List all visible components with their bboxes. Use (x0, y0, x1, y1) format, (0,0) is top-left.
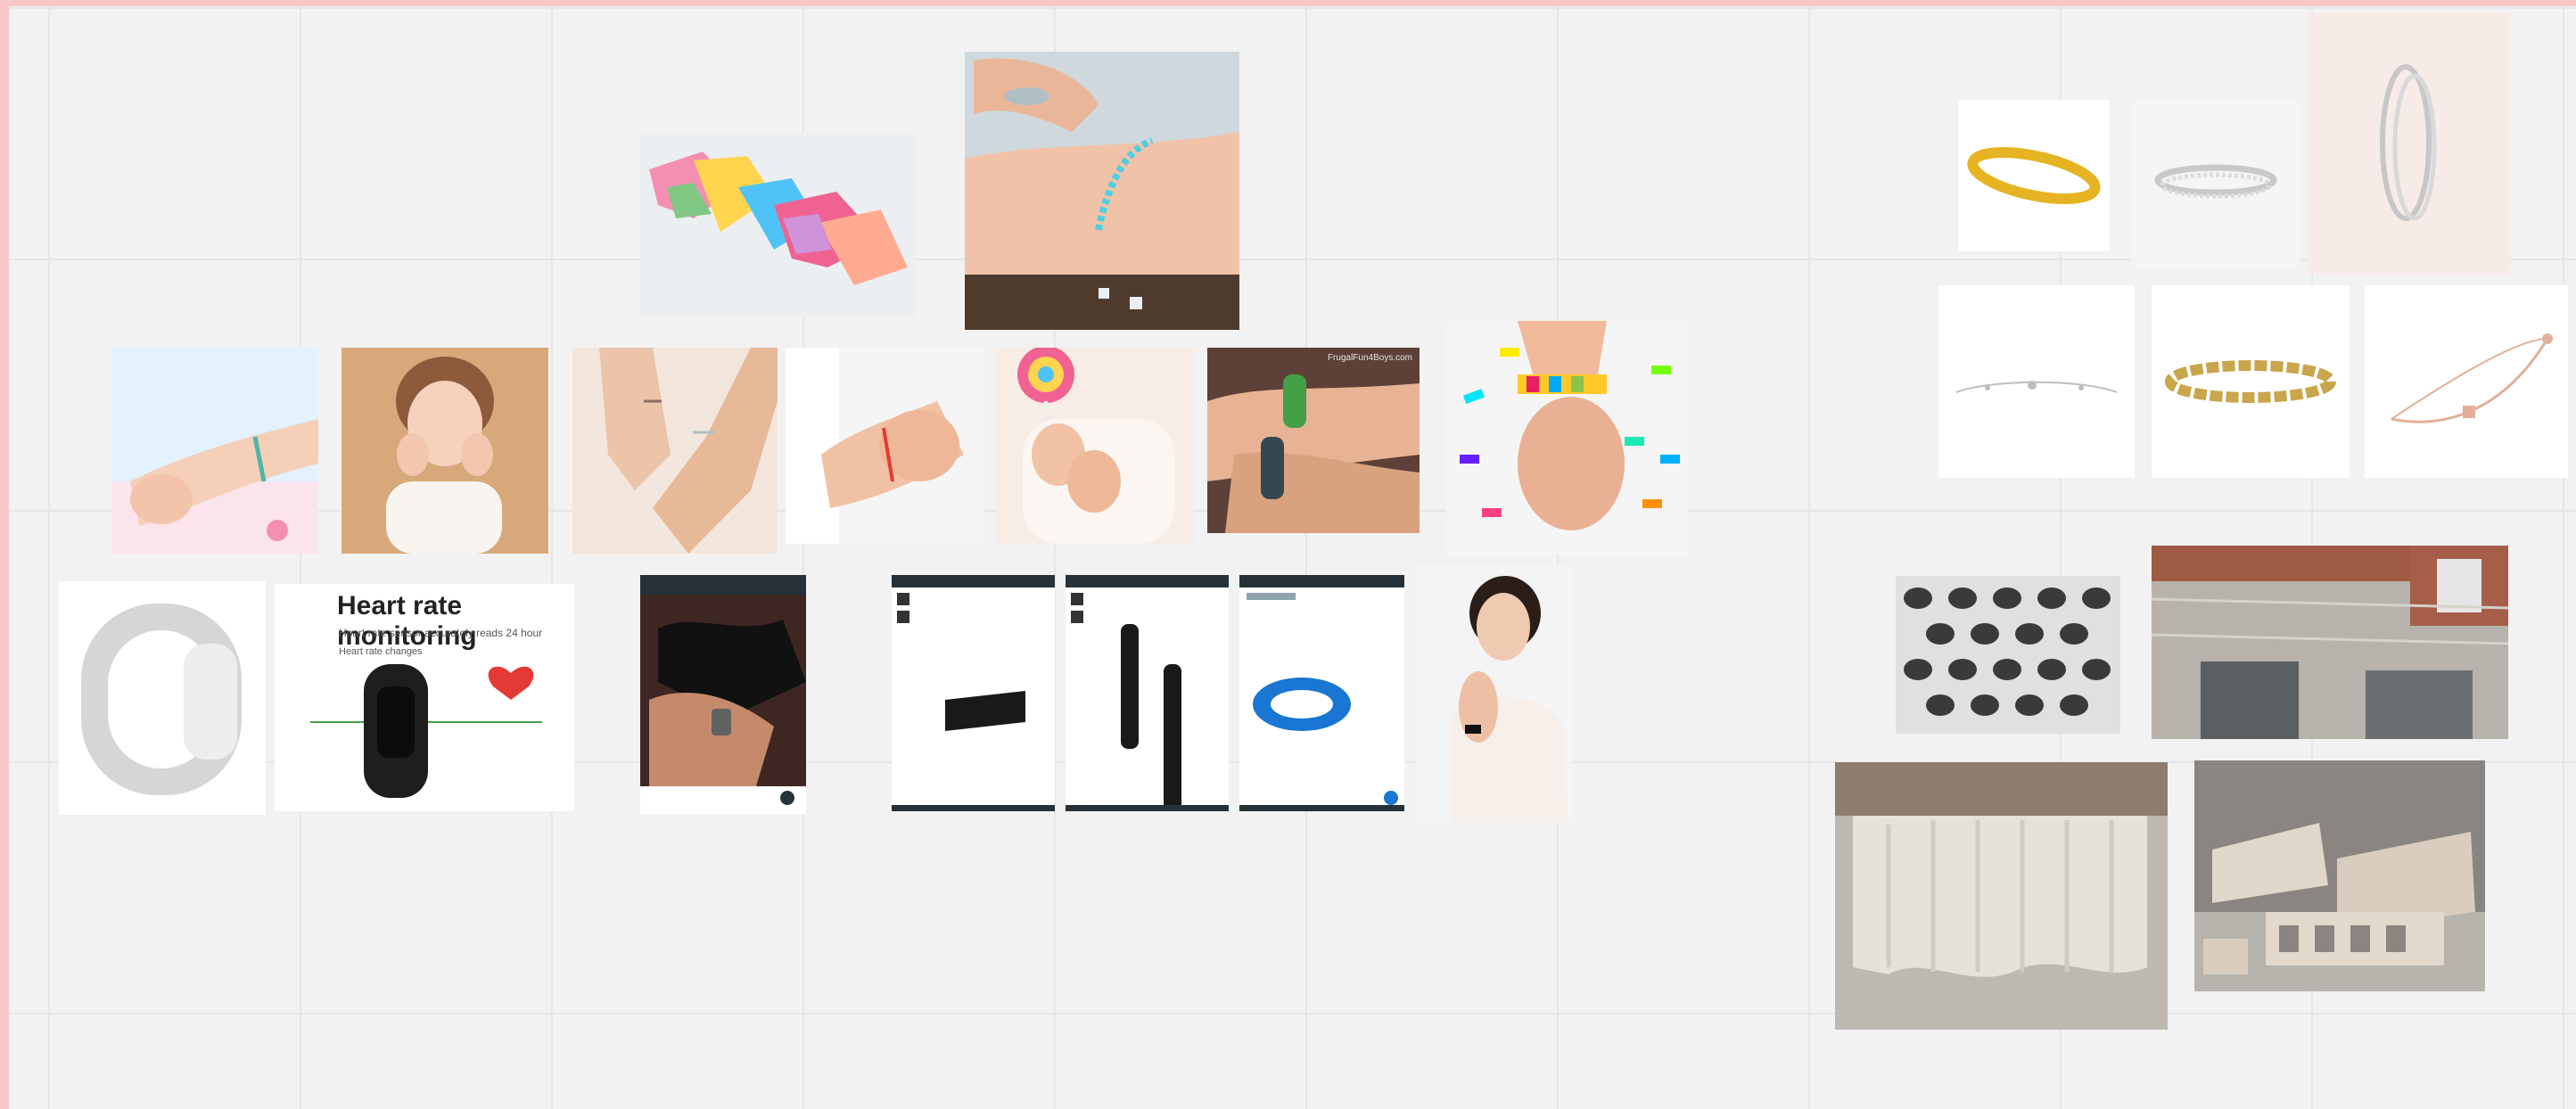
woman-with-watch-photo[interactable] (1416, 564, 1573, 823)
chain-bracelet-product[interactable] (1938, 285, 2135, 478)
double-bangle-product[interactable] (2308, 13, 2511, 274)
ceramic-wave-wall-photo[interactable] (1835, 762, 2168, 1030)
perforated-facade-photo[interactable] (1896, 576, 2120, 734)
watermark-text: FrugalFun4Boys.com (1327, 353, 1412, 363)
rose-gold-slider-bracelet-product[interactable] (2365, 285, 2568, 478)
ceramic-blocks-photo[interactable] (2194, 760, 2485, 991)
silver-diamond-bracelet-product[interactable] (2131, 100, 2300, 267)
tennis-bracelet-product[interactable] (2152, 285, 2350, 478)
lollipop-child-photo[interactable] (996, 348, 1194, 544)
mosquito-band-product[interactable] (59, 581, 266, 815)
frame-border-left (0, 0, 9, 1109)
gold-bangle-product[interactable] (1958, 100, 2110, 251)
textured-building-photo[interactable] (2152, 546, 2508, 739)
child-hands-red-string-photo[interactable] (786, 348, 983, 544)
frame-border-top (0, 0, 2576, 6)
origami-bracelets-image[interactable] (640, 134, 916, 316)
child-arm-bracelet-photo[interactable] (112, 348, 318, 554)
girl-portrait-photo[interactable] (342, 348, 548, 554)
child-hands-photo[interactable] (572, 348, 778, 554)
black-band-phone-screenshot[interactable] (892, 575, 1055, 811)
fitness-band-product[interactable]: Heart rate monitoring Heart rate sensor … (275, 584, 574, 811)
blue-band-phone-screenshot[interactable] (1239, 575, 1404, 811)
paracord-bracelets-photo[interactable]: FrugalFun4Boys.com (1207, 348, 1420, 533)
hand-bracelet-photo[interactable] (965, 52, 1239, 330)
smartwatch-phone-screenshot[interactable] (640, 575, 806, 814)
bead-bracelet-kid-photo[interactable] (1446, 321, 1689, 554)
two-straps-phone-screenshot[interactable] (1066, 575, 1229, 811)
